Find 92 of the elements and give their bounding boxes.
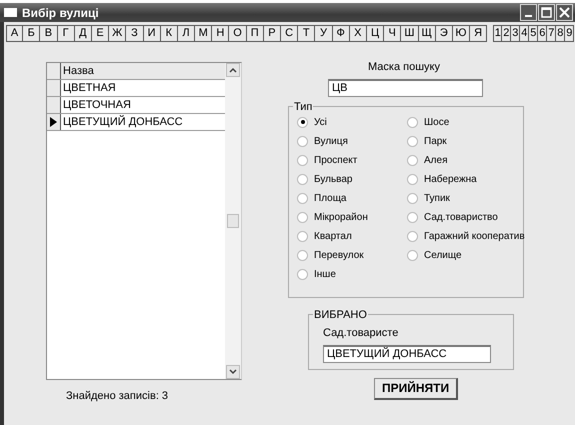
radio-label[interactable]: Площа [314, 190, 346, 206]
table-cell[interactable]: ЦВЕТНАЯ [61, 80, 225, 96]
letter-button[interactable]: Ф [332, 25, 350, 42]
records-found-label: Знайдено записів: 3 [66, 389, 170, 404]
scroll-up-icon[interactable] [226, 63, 240, 77]
radio-label[interactable]: Сад.товариство [424, 210, 498, 224]
letter-button[interactable]: Г [58, 25, 75, 42]
digit-button[interactable]: 4 [520, 25, 530, 42]
radio-label[interactable]: Проспект [314, 152, 358, 168]
radio-label[interactable]: Перевулок [314, 248, 364, 262]
minimize-button[interactable] [520, 4, 537, 21]
letter-button[interactable]: Ц [366, 25, 384, 42]
letter-button[interactable]: В [40, 25, 58, 42]
scroll-thumb[interactable] [227, 214, 239, 228]
letter-button[interactable]: Н [212, 25, 230, 42]
radio-button[interactable] [407, 174, 418, 184]
letter-button[interactable]: М [195, 25, 212, 42]
accept-button[interactable]: ПРИЙНЯТИ [374, 378, 458, 400]
letter-button[interactable]: У [315, 25, 333, 42]
letter-button[interactable]: О [229, 25, 247, 42]
letter-button[interactable]: К [160, 25, 178, 42]
letter-button[interactable]: Х [350, 25, 367, 42]
radio-button[interactable] [297, 116, 308, 128]
radio-button[interactable] [407, 192, 418, 204]
radio-button[interactable] [297, 212, 308, 222]
letter-button[interactable]: С [281, 25, 298, 42]
scrollbar[interactable] [225, 63, 241, 379]
table-cell[interactable]: ЦВЕТОЧНАЯ [61, 97, 225, 113]
letter-button[interactable]: Е [92, 25, 110, 42]
search-field[interactable]: ЦВ [328, 78, 483, 96]
table-cell[interactable]: ЦВЕТУЩИЙ ДОНБАСС [61, 114, 225, 130]
minimize-icon [525, 15, 532, 17]
close-icon [559, 7, 570, 18]
radio-button[interactable] [407, 212, 418, 222]
radio-button[interactable] [407, 250, 418, 260]
digit-button[interactable]: 3 [511, 25, 520, 42]
letter-button[interactable]: Л [178, 25, 196, 42]
digit-button[interactable]: 7 [547, 25, 556, 42]
radio-label[interactable]: Мікрорайон [314, 210, 368, 224]
letter-button[interactable]: И [144, 25, 161, 42]
radio-button[interactable] [297, 230, 308, 242]
radio-label[interactable]: Вулиця [314, 134, 348, 148]
radio-button[interactable] [297, 268, 308, 280]
digit-button[interactable]: 9 [565, 25, 574, 42]
radio-button[interactable] [407, 116, 418, 128]
radio-label[interactable]: Бульвар [314, 172, 352, 186]
selected-street-field[interactable]: ЦВЕТУЩИЙ ДОНБАСС [323, 345, 491, 363]
radio-label[interactable]: Усі [314, 114, 327, 130]
radio-label[interactable]: Набережна [424, 172, 477, 186]
letter-button[interactable]: Ш [401, 25, 418, 42]
letter-button[interactable]: Б [23, 25, 40, 42]
radio-label[interactable]: Тупик [424, 190, 450, 206]
search-label: Маска пошуку [368, 60, 441, 75]
letter-button[interactable]: Щ [418, 25, 436, 42]
radio-label[interactable]: Парк [424, 134, 447, 148]
window-title: Вибір вулиці [22, 4, 100, 22]
radio-button[interactable] [297, 250, 308, 260]
radio-button[interactable] [407, 136, 418, 146]
digit-button[interactable]: 5 [529, 25, 538, 42]
street-type-label: Сад.товаристе [323, 326, 400, 340]
letter-button[interactable]: Ж [109, 25, 126, 42]
letter-button[interactable]: Э [436, 25, 453, 42]
letter-button[interactable]: А [6, 25, 24, 42]
radio-button[interactable] [297, 192, 308, 204]
letter-button[interactable]: Ч [384, 25, 402, 42]
letter-button[interactable]: П [246, 25, 264, 42]
letter-button[interactable]: Ю [452, 25, 470, 42]
radio-button[interactable] [407, 154, 418, 166]
radio-label[interactable]: Алея [424, 152, 448, 168]
radio-button[interactable] [297, 174, 308, 184]
letter-button[interactable]: Д [74, 25, 92, 42]
letter-button[interactable]: Р [264, 25, 281, 42]
maximize-button[interactable] [538, 4, 555, 21]
radio-button[interactable] [297, 154, 308, 166]
window-icon [4, 8, 17, 17]
digit-button[interactable]: 2 [502, 25, 512, 42]
maximize-icon [541, 7, 552, 18]
radio-label[interactable]: Інше [314, 266, 336, 282]
digit-button[interactable]: 1 [493, 25, 502, 42]
radio-label[interactable]: Гаражний кооператив [424, 228, 525, 244]
scroll-down-icon[interactable] [226, 365, 240, 379]
radio-label[interactable]: Шосе [424, 114, 450, 130]
radio-label[interactable]: Селище [424, 248, 462, 262]
digit-button[interactable]: 6 [538, 25, 548, 42]
radio-label[interactable]: Квартал [314, 228, 352, 244]
letter-button[interactable]: Т [298, 25, 316, 42]
radio-button[interactable] [297, 136, 308, 146]
letter-button[interactable]: З [126, 25, 144, 42]
letter-button[interactable]: Я [470, 25, 488, 42]
radio-button[interactable] [407, 230, 418, 242]
close-button[interactable] [556, 4, 573, 21]
digit-button[interactable]: 8 [556, 25, 566, 42]
